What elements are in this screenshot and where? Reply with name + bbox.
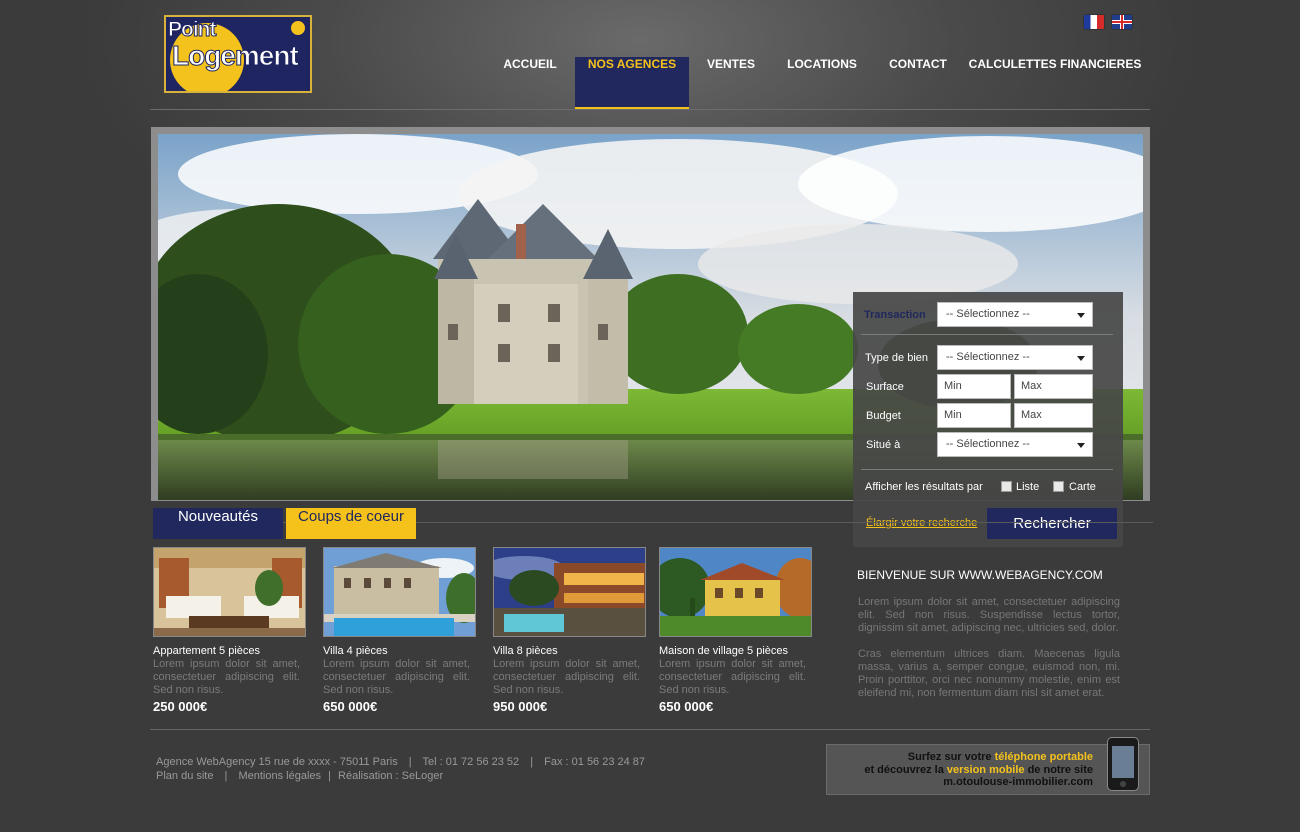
tab-coups-de-coeur[interactable]: Coups de coeur	[286, 508, 416, 539]
footer-separator: |	[328, 770, 331, 782]
budget-min-input[interactable]: Min	[937, 403, 1011, 428]
listing-desc-line: Sed non risus.	[493, 684, 564, 696]
footer-link-plan[interactable]: Plan du site	[156, 770, 213, 782]
transaction-label: Transaction	[864, 309, 926, 321]
footer-realisation[interactable]: Réalisation : SeLoger	[338, 770, 443, 782]
surface-label: Surface	[866, 381, 904, 393]
listing-price: 250 000€	[153, 699, 208, 714]
listing-desc-line: Sed non risus.	[323, 684, 394, 696]
nav-nos-agences[interactable]: NOS AGENCES	[575, 57, 689, 109]
mobile-line-2: et découvrez la version mobile de notre …	[864, 764, 1093, 776]
listing-desc-line: consectetuer adipiscing elit.	[659, 671, 806, 683]
flag-fr-icon[interactable]	[1084, 15, 1104, 29]
listing-description: Lorem ipsum dolor sit amet, consectetuer…	[323, 658, 470, 697]
transaction-select-value: -- Sélectionnez --	[946, 308, 1030, 320]
listing-image[interactable]	[323, 547, 476, 637]
footer-address: Agence WebAgency 15 rue de xxxx - 75011 …	[156, 756, 398, 768]
chevron-down-icon	[1077, 443, 1085, 448]
list-checkbox[interactable]	[1001, 481, 1012, 492]
mobile-line-1-b: téléphone portable	[994, 751, 1093, 763]
listing-title[interactable]: Maison de village 5 pièces	[659, 645, 788, 657]
listing-title[interactable]: Villa 8 pièces	[493, 645, 558, 657]
chevron-down-icon	[1077, 356, 1085, 361]
listing-image[interactable]	[493, 547, 646, 637]
footer-separator: |	[530, 756, 534, 768]
footer-tel: Tel : 01 72 56 23 52	[422, 756, 520, 768]
nav-ventes[interactable]: VENTES	[697, 57, 765, 109]
listing-price: 650 000€	[659, 699, 714, 714]
mobile-banner[interactable]: Surfez sur votre téléphone portable et d…	[826, 737, 1150, 795]
footer-separator: |	[408, 756, 412, 768]
list-checkbox-label: Liste	[1016, 481, 1040, 493]
type-select[interactable]: -- Sélectionnez --	[937, 345, 1093, 370]
welcome-title: BIENVENUE SUR WWW.WEBAGENCY.COM	[857, 568, 1103, 582]
listing-desc-line: Sed non risus.	[659, 684, 730, 696]
logo-text-line1: Point	[168, 18, 217, 42]
listing-title[interactable]: Appartement 5 pièces	[153, 645, 260, 657]
footer-link-mentions[interactable]: Mentions légales	[238, 770, 321, 782]
type-label: Type de bien	[865, 352, 928, 364]
nav-locations[interactable]: LOCATIONS	[780, 57, 864, 109]
listing-price: 950 000€	[493, 699, 548, 714]
listing-desc-line: Sed non risus.	[153, 684, 224, 696]
listing-desc-line: Lorem ipsum dolor sit amet,	[493, 658, 640, 670]
nav-divider	[150, 109, 1150, 110]
surface-min-input[interactable]: Min	[937, 374, 1011, 399]
search-button[interactable]: Rechercher	[987, 508, 1117, 539]
listing-description: Lorem ipsum dolor sit amet, consectetuer…	[659, 658, 806, 697]
tab-nouveautes[interactable]: Nouveautés	[153, 508, 283, 539]
listing-price: 650 000€	[323, 699, 378, 714]
display-label: Afficher les résultats par	[865, 481, 983, 493]
listing-title[interactable]: Villa 4 pièces	[323, 645, 388, 657]
smartphone-button-shape	[1120, 781, 1126, 787]
listing-image[interactable]	[153, 547, 306, 637]
budget-label: Budget	[866, 410, 901, 422]
smartphone-screen-shape	[1112, 746, 1134, 778]
flag-uk-icon[interactable]	[1112, 15, 1132, 29]
listing-image[interactable]	[659, 547, 812, 637]
extend-search-link[interactable]: Élargir votre recherche	[866, 517, 977, 529]
budget-max-input[interactable]: Max	[1014, 403, 1093, 428]
footer-divider	[150, 729, 1150, 730]
map-checkbox[interactable]	[1053, 481, 1064, 492]
chevron-down-icon	[1077, 313, 1085, 318]
listing-description: Lorem ipsum dolor sit amet, consectetuer…	[493, 658, 640, 697]
logo-dot-shape	[290, 20, 306, 36]
nav-calculettes[interactable]: CALCULETTES FINANCIERES	[968, 57, 1142, 109]
mobile-line-2-a: et découvrez la	[864, 764, 947, 776]
footer-separator: |	[224, 770, 228, 782]
listing-desc-line: Lorem ipsum dolor sit amet,	[323, 658, 470, 670]
listing-desc-line: consectetuer adipiscing elit.	[493, 671, 640, 683]
welcome-paragraph-1: Lorem ipsum dolor sit amet, consectetuer…	[858, 596, 1120, 634]
mobile-line-2-b: version mobile	[946, 764, 1025, 776]
type-select-value: -- Sélectionnez --	[946, 351, 1030, 363]
search-divider-2	[861, 469, 1113, 470]
listing-desc-line: consectetuer adipiscing elit.	[323, 671, 470, 683]
situe-select-value: -- Sélectionnez --	[946, 438, 1030, 450]
situe-label: Situé à	[866, 439, 901, 451]
mobile-line-3[interactable]: m.otoulouse-immobilier.com	[943, 776, 1093, 788]
footer-fax: Fax : 01 56 23 24 87	[544, 756, 646, 768]
listing-desc-line: consectetuer adipiscing elit.	[153, 671, 300, 683]
mobile-line-2-c: de notre site	[1024, 764, 1093, 776]
listing-description: Lorem ipsum dolor sit amet, consectetuer…	[153, 658, 300, 697]
logo[interactable]: Point Logement	[164, 15, 312, 93]
situe-select[interactable]: -- Sélectionnez --	[937, 432, 1093, 457]
nav-contact[interactable]: CONTACT	[882, 57, 954, 109]
mobile-line-1-a: Surfez sur votre	[907, 751, 995, 763]
mobile-line-1: Surfez sur votre téléphone portable	[908, 751, 1093, 763]
welcome-paragraph-2: Cras elementum ultrices diam. Maecenas l…	[858, 648, 1120, 699]
surface-max-input[interactable]: Max	[1014, 374, 1093, 399]
listing-desc-line: Lorem ipsum dolor sit amet,	[153, 658, 300, 670]
smartphone-icon	[1107, 737, 1139, 791]
logo-text-line2: Logement	[172, 40, 300, 72]
listing-desc-line: Lorem ipsum dolor sit amet,	[659, 658, 806, 670]
nav-accueil[interactable]: ACCUEIL	[496, 57, 564, 109]
search-divider	[861, 334, 1113, 335]
footer-links: Plan du site | Mentions légales | Réalis…	[156, 770, 443, 782]
map-checkbox-label: Carte	[1069, 481, 1096, 493]
footer-contact-line: Agence WebAgency 15 rue de xxxx - 75011 …	[156, 756, 645, 768]
transaction-select[interactable]: -- Sélectionnez --	[937, 302, 1093, 327]
